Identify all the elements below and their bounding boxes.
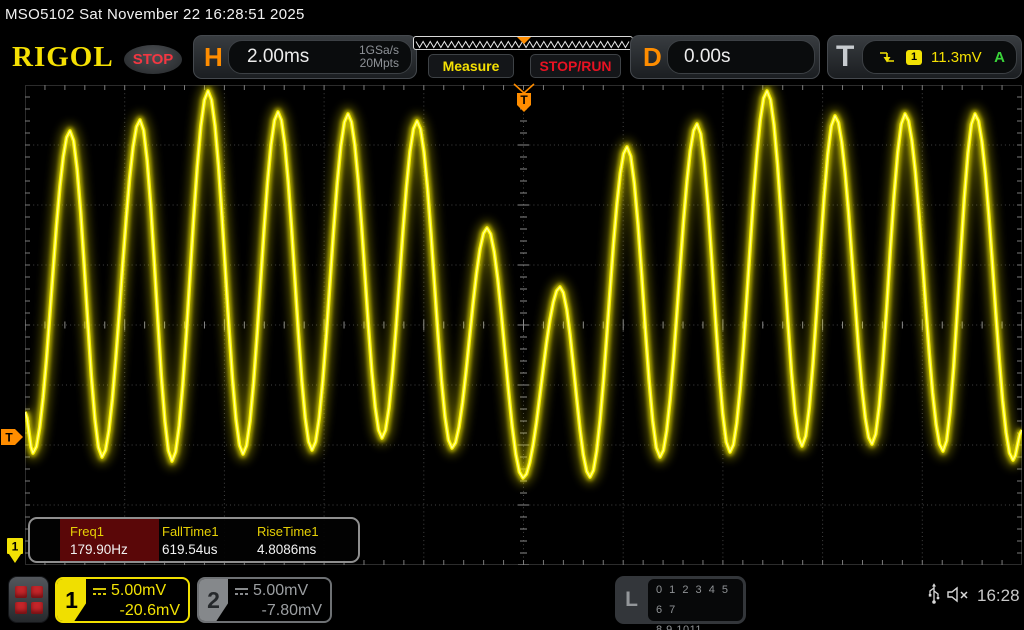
channel2-offset: -7.80mV (262, 602, 322, 620)
trigger-position-marker-label: T (520, 93, 528, 107)
trigger-pill[interactable]: 1 11.3mV A (862, 40, 1017, 74)
speaker-muted-icon[interactable] (946, 586, 972, 603)
channel2-box[interactable]: 2 5.00mV -7.80mV (197, 577, 332, 623)
trigger-level-marker-label: T (5, 431, 13, 445)
digital-label: L (615, 576, 648, 624)
overview-trigger-marker[interactable] (516, 36, 532, 45)
grid-menu-icon (31, 602, 43, 614)
grid-menu-icon (15, 586, 27, 598)
menu-button[interactable] (8, 576, 49, 623)
trigger-label: T (836, 36, 854, 78)
measure-button[interactable]: Measure (428, 54, 514, 78)
digital-row-1: 0 1 2 3 4 5 6 7 (656, 580, 743, 620)
delay-label: D (643, 36, 662, 78)
measurement-value: 4.8086ms (257, 542, 316, 557)
usb-icon (927, 582, 941, 606)
digital-row-2: 8 9 1011 12131415 (656, 620, 743, 630)
acquisition-info: 1GSa/s 20Mpts (359, 44, 399, 70)
channel1-scale: 5.00mV (111, 582, 166, 600)
stop-run-button[interactable]: STOP/RUN (530, 54, 621, 78)
dc-coupling-icon (234, 586, 249, 597)
grid (25, 85, 1022, 565)
memory-depth: 20Mpts (359, 57, 399, 70)
measurement-value: 619.54us (162, 542, 218, 557)
measurement-label: RiseTime1 (257, 524, 319, 539)
horizontal-label: H (204, 36, 223, 78)
digital-channel-numbers: 0 1 2 3 4 5 6 7 8 9 1011 12131415 (648, 579, 743, 621)
digital-channels-box[interactable]: L 0 1 2 3 4 5 6 7 8 9 1011 12131415 (615, 576, 746, 624)
grid-menu-icon (15, 602, 27, 614)
trigger-slope-falling-icon (879, 50, 895, 65)
measurement-panel[interactable]: Freq1 179.90Hz FallTime1 619.54us RiseTi… (28, 517, 360, 563)
measurement-value: 179.90Hz (70, 542, 128, 557)
dc-coupling-icon (92, 586, 107, 597)
trigger-source-badge: 1 (906, 50, 922, 65)
clock: 16:28 (977, 586, 1020, 606)
trigger-position-marker[interactable]: T (510, 81, 538, 115)
channel2-number: 2 (199, 579, 228, 621)
oscilloscope-screen: MSO5102 Sat November 22 16:28:51 2025 RI… (0, 0, 1024, 630)
channel1-ground-marker[interactable]: 1 (6, 537, 24, 565)
ch1-waveform-trace (25, 91, 1022, 478)
model-and-datetime: MSO5102 Sat November 22 16:28:51 2025 (5, 6, 305, 23)
titlebar: MSO5102 Sat November 22 16:28:51 2025 (0, 0, 1024, 30)
channel2-scale: 5.00mV (253, 582, 308, 600)
channel1-box[interactable]: 1 5.00mV -20.6mV (55, 577, 190, 623)
stop-run-button-label: STOP/RUN (539, 58, 611, 74)
measurement-label: Freq1 (70, 524, 104, 539)
delay-section[interactable]: D 0.00s (630, 35, 820, 79)
channel1-number: 1 (57, 579, 86, 621)
trigger-level-value: 11.3mV (931, 49, 982, 66)
measure-button-label: Measure (443, 58, 500, 74)
timebase-pill[interactable]: 2.00ms 1GSa/s 20Mpts (228, 40, 412, 74)
graticule-and-waveform (25, 85, 1022, 565)
timebase-value: 2.00ms (247, 46, 309, 68)
channel1-offset: -20.6mV (120, 602, 180, 620)
trigger-mode: A (994, 49, 1005, 66)
delay-value: 0.00s (684, 46, 730, 68)
measurement-label: FallTime1 (162, 524, 219, 539)
acquisition-status-badge: STOP (124, 45, 182, 74)
rigol-logo: RIGOL (12, 41, 114, 74)
trigger-level-marker[interactable]: T (0, 428, 25, 446)
trigger-section[interactable]: T 1 11.3mV A (827, 35, 1022, 79)
channel1-ground-marker-label: 1 (12, 540, 19, 554)
delay-pill[interactable]: 0.00s (667, 40, 815, 74)
horizontal-section[interactable]: H 2.00ms 1GSa/s 20Mpts (193, 35, 417, 79)
grid-menu-icon (31, 586, 43, 598)
